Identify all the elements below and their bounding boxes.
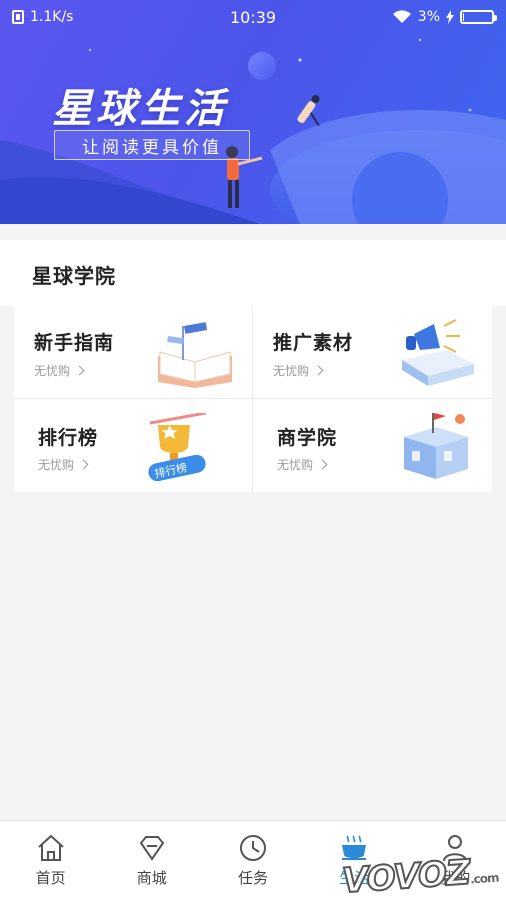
home-icon — [37, 834, 64, 861]
school-building-icon — [404, 413, 468, 479]
bottom-nav: 首页 商城 任务 生活 我的 VOVOZ.com — [0, 820, 506, 900]
nav-label: 任务 — [238, 869, 269, 887]
card-promo-material[interactable]: 推广素材 无忧购 — [253, 306, 492, 399]
battery-level-fill — [463, 13, 464, 21]
coffee-cup-icon — [342, 835, 367, 860]
card-subtitle: 无忧购 — [38, 456, 89, 473]
card-business-school[interactable]: 商学院 无忧购 — [253, 399, 492, 492]
nav-label: 首页 — [35, 869, 66, 887]
clock-icon — [240, 835, 266, 861]
nav-item-tasks[interactable]: 任务 — [202, 821, 303, 900]
watermark-text: VOVOZ — [340, 852, 472, 900]
section-header: 星球学院 — [0, 240, 506, 306]
card-subtitle: 无忧购 — [273, 362, 324, 379]
status-bar: 1.1K/s 10:39 3% — [0, 0, 506, 34]
nav-label: 商城 — [136, 869, 167, 887]
megaphone-icon — [402, 319, 474, 386]
section-title: 星球学院 — [32, 264, 116, 288]
banner-title: 星球生活 — [52, 85, 228, 132]
card-subtitle-text: 无忧购 — [273, 364, 310, 378]
chevron-right-icon — [313, 365, 324, 376]
banner-subtitle: 让阅读更具价值 — [54, 130, 250, 160]
card-subtitle-text: 无忧购 — [34, 364, 71, 378]
status-time: 10:39 — [229, 7, 277, 27]
academy-section: 星球学院 新手指南 无忧购 推广素材 无忧购 排行榜 无忧购 排行榜 商学院 无… — [0, 240, 506, 820]
card-title: 新手指南 — [34, 332, 115, 354]
trophy-icon: 排行榜 — [148, 413, 207, 482]
card-title: 推广素材 — [273, 332, 354, 354]
open-book-icon — [158, 322, 232, 388]
diamond-icon — [139, 836, 165, 861]
card-title: 商学院 — [277, 427, 338, 449]
card-title: 排行榜 — [38, 427, 99, 449]
watermark-suffix: .com — [469, 870, 499, 887]
chevron-right-icon — [78, 459, 89, 470]
academy-grid: 新手指南 无忧购 推广素材 无忧购 排行榜 无忧购 排行榜 商学院 无忧购 — [14, 306, 492, 492]
card-leaderboard[interactable]: 排行榜 无忧购 排行榜 — [14, 399, 253, 492]
card-subtitle: 无忧购 — [277, 456, 328, 473]
chevron-right-icon — [74, 365, 85, 376]
card-beginner-guide[interactable]: 新手指南 无忧购 — [14, 306, 253, 399]
nav-item-mall[interactable]: 商城 — [101, 821, 202, 900]
card-subtitle-text: 无忧购 — [38, 458, 75, 472]
card-subtitle: 无忧购 — [34, 362, 85, 379]
chevron-right-icon — [317, 459, 328, 470]
nav-item-home[interactable]: 首页 — [0, 821, 101, 900]
battery-icon — [460, 10, 497, 24]
card-subtitle-text: 无忧购 — [277, 458, 314, 472]
